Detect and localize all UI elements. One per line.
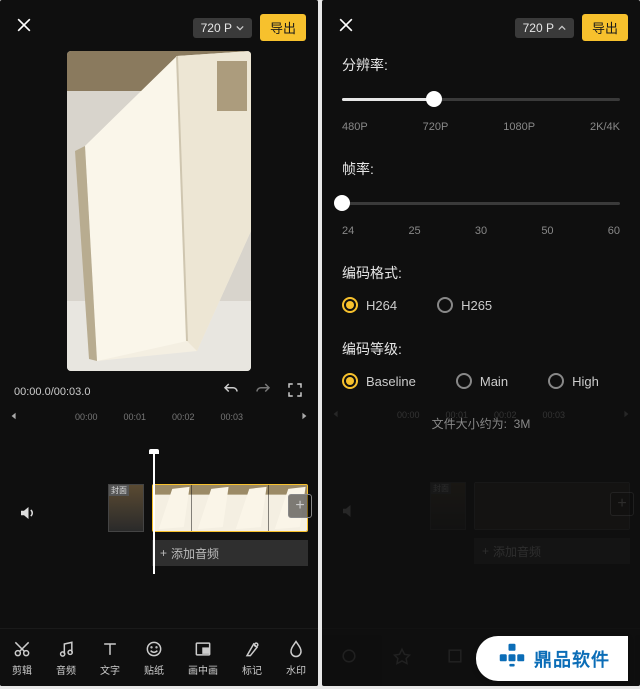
- radio-baseline[interactable]: Baseline: [342, 373, 416, 389]
- video-preview[interactable]: [67, 51, 251, 371]
- resolution-slider[interactable]: [342, 89, 620, 117]
- tab-watermark[interactable]: 水印: [286, 639, 306, 677]
- resolution-badge[interactable]: 720 P: [193, 18, 252, 38]
- fps-label: 帧率:: [342, 159, 620, 179]
- tab-cut[interactable]: 剪辑: [12, 639, 32, 677]
- tab-audio[interactable]: 音频: [56, 639, 76, 677]
- speaker-icon[interactable]: [18, 504, 36, 527]
- radio-high[interactable]: High: [548, 373, 599, 389]
- resolution-badge-label: 720 P: [201, 21, 232, 35]
- editor-screen: 720 P 导出 00:00.0/00:03.0: [0, 0, 318, 686]
- ruler-next-icon[interactable]: [300, 412, 308, 422]
- time-ruler-dim: 00:0000:0100:0200:03: [322, 408, 640, 422]
- fps-slider[interactable]: [342, 193, 620, 221]
- add-audio-button[interactable]: + 添加音频: [152, 540, 308, 566]
- page-watermark: 鼎品软件: [476, 636, 628, 681]
- fullscreen-button[interactable]: [286, 381, 304, 402]
- encoding-label: 编码格式:: [342, 263, 620, 283]
- redo-button[interactable]: [254, 381, 272, 402]
- playhead[interactable]: [153, 454, 155, 574]
- tab-text[interactable]: 文字: [100, 639, 120, 677]
- logo-icon: [498, 642, 526, 675]
- export-button[interactable]: 导出: [582, 14, 628, 41]
- timeline-dim: 封面 + + 添加音频: [322, 422, 640, 572]
- chevron-down-icon: [236, 24, 244, 32]
- tab-marker[interactable]: 标记: [242, 639, 262, 677]
- fps-options: 24 25 30 50 60: [342, 225, 620, 237]
- cover-thumb[interactable]: 封面: [108, 484, 144, 532]
- level-label: 编码等级:: [342, 339, 620, 359]
- tab-pip[interactable]: 画中画: [188, 639, 218, 677]
- export-settings-screen: 720 P 导出 分辨率: 480P 720P 1080P 2K/4K: [322, 0, 640, 686]
- close-icon[interactable]: [14, 15, 34, 40]
- resolution-options: 480P 720P 1080P 2K/4K: [342, 121, 620, 133]
- radio-h264[interactable]: H264: [342, 297, 397, 313]
- export-button[interactable]: 导出: [260, 14, 306, 41]
- watermark-text: 鼎品软件: [534, 646, 610, 672]
- close-icon[interactable]: [336, 15, 356, 40]
- timeline[interactable]: 封面 + + 添加音频: [0, 424, 318, 574]
- cover-label: 封面: [109, 485, 129, 496]
- radio-h265[interactable]: H265: [437, 297, 492, 313]
- clip-strip[interactable]: [152, 484, 308, 532]
- bottom-tabs: 剪辑 音频 文字 贴纸 画中画 标记 水印: [0, 628, 318, 686]
- tab-sticker[interactable]: 贴纸: [144, 639, 164, 677]
- time-display: 00:00.0/00:03.0: [14, 386, 90, 398]
- resolution-badge[interactable]: 720 P: [515, 18, 574, 38]
- radio-main[interactable]: Main: [456, 373, 508, 389]
- time-ruler: 00:00 00:01 00:02 00:03: [0, 410, 318, 424]
- resolution-badge-label: 720 P: [523, 21, 554, 35]
- add-clip-button[interactable]: +: [288, 494, 312, 518]
- resolution-label: 分辨率:: [342, 55, 620, 75]
- ruler-prev-icon[interactable]: [10, 412, 18, 422]
- undo-button[interactable]: [222, 381, 240, 402]
- chevron-up-icon: [558, 24, 566, 32]
